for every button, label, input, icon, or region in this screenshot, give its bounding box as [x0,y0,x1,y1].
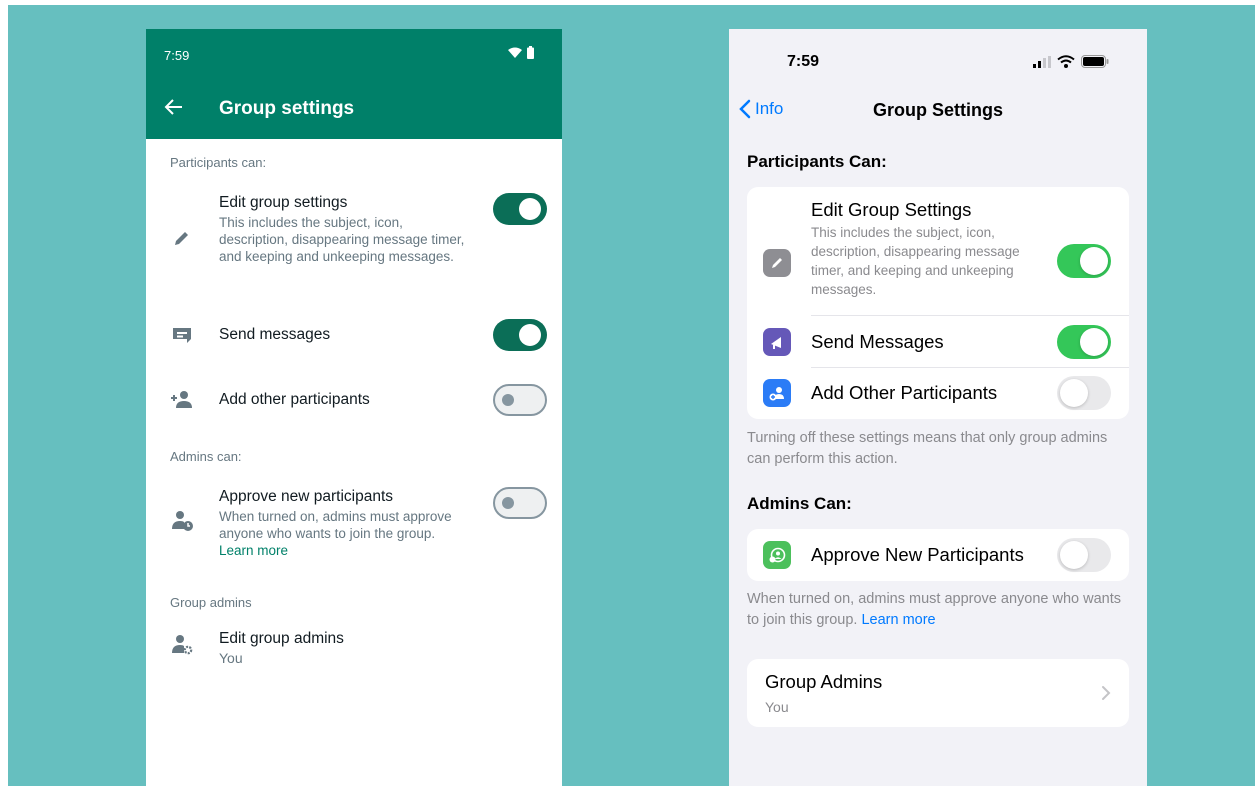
row-edit-group-settings[interactable]: Edit Group Settings This includes the su… [747,199,1129,314]
description-text: When turned on, admins must approve anyo… [219,509,452,541]
row-label: Add other participants [219,391,370,408]
learn-more-link[interactable]: Learn more [219,543,288,558]
edit-settings-toggle[interactable] [1057,244,1111,278]
row-label: Edit Group Settings [811,199,972,220]
row-add-participants[interactable]: Add other participants [146,384,562,416]
approve-participants-toggle[interactable] [493,487,547,519]
row-description: This includes the subject, icon, descrip… [219,215,465,264]
row-label: Edit group settings [219,194,348,211]
toggle-knob [1060,379,1088,407]
toggle-knob [1080,328,1108,356]
battery-icon [1081,55,1109,68]
page-title: Group settings [219,98,355,119]
row-description: When turned on, admins must approve anyo… [219,508,469,559]
chevron-right-icon [1102,686,1111,700]
section-group-admins: Group admins [170,595,252,610]
row-description: This includes the subject, icon, descrip… [811,225,1020,297]
back-arrow-icon[interactable] [164,97,184,117]
row-approve-participants[interactable]: Approve New Participants [747,529,1129,581]
edit-settings-toggle[interactable] [493,193,547,225]
add-person-icon [171,391,192,408]
toggle-knob [1080,247,1108,275]
background-canvas: 7:59 Group settings Participants can: Ed… [8,5,1255,786]
approve-person-icon [763,541,791,569]
group-admins-card[interactable]: Group Admins You [747,659,1129,727]
admins-header: Admins Can: [747,494,852,513]
row-send-messages[interactable]: Send Messages [747,318,1129,366]
row-label: Add Other Participants [811,382,998,403]
participants-card: Edit Group Settings This includes the su… [747,187,1129,419]
row-label: Send messages [219,326,331,343]
wifi-icon [508,47,522,58]
row-edit-group-settings[interactable]: Edit group settings This includes the su… [146,193,562,288]
approve-person-icon [172,511,193,531]
signal-icon [1033,55,1051,68]
group-admins-sublabel: You [765,699,789,715]
learn-more-link[interactable]: Learn more [861,612,935,628]
approve-participants-toggle[interactable] [1057,538,1111,572]
status-icons [508,46,534,59]
wifi-icon [1057,55,1075,68]
toggle-knob [519,198,541,220]
app-bar: 7:59 Group settings [146,29,562,139]
row-label: Approve New Participants [811,544,1024,565]
send-messages-toggle[interactable] [1057,325,1111,359]
status-icons [1033,55,1109,68]
pencil-icon [763,249,791,277]
ios-screen: 7:59 Info Group Settings Participants Ca… [729,29,1147,786]
section-admins: Admins can: [170,449,242,464]
battery-icon [527,46,534,59]
row-label: Approve new participants [219,488,394,505]
page-title: Group Settings [873,100,1003,120]
add-participants-toggle[interactable] [493,384,547,416]
row-sublabel: You [219,650,243,666]
message-icon [173,328,191,343]
row-approve-participants[interactable]: Approve new participants When turned on,… [146,487,562,567]
row-label: Edit group admins [219,630,344,647]
participants-footer: Turning off these settings means that on… [747,430,1108,467]
toggle-knob [502,394,514,406]
section-participants: Participants can: [170,155,267,170]
toggle-knob [1060,541,1088,569]
status-time: 7:59 [787,53,820,70]
separator [811,367,1129,368]
add-participants-toggle[interactable] [1057,376,1111,410]
pencil-icon [175,232,188,245]
approve-footer: When turned on, admins must approve anyo… [747,589,1129,631]
toggle-knob [519,324,541,346]
row-label: Send Messages [811,331,944,352]
row-edit-group-admins[interactable]: Edit group admins You [146,629,562,674]
admins-card: Approve New Participants [747,529,1129,581]
toggle-knob [502,497,514,509]
status-time: 7:59 [164,48,190,63]
android-screen: 7:59 Group settings Participants can: Ed… [146,29,562,786]
send-messages-toggle[interactable] [493,319,547,351]
megaphone-icon [763,328,791,356]
add-person-icon [763,379,791,407]
row-add-participants[interactable]: Add Other Participants [747,369,1129,417]
participants-header: Participants Can: [747,152,887,171]
row-send-messages[interactable]: Send messages [146,319,562,351]
group-admins-label: Group Admins [765,671,883,692]
admin-settings-icon [172,635,193,655]
separator [811,315,1129,316]
